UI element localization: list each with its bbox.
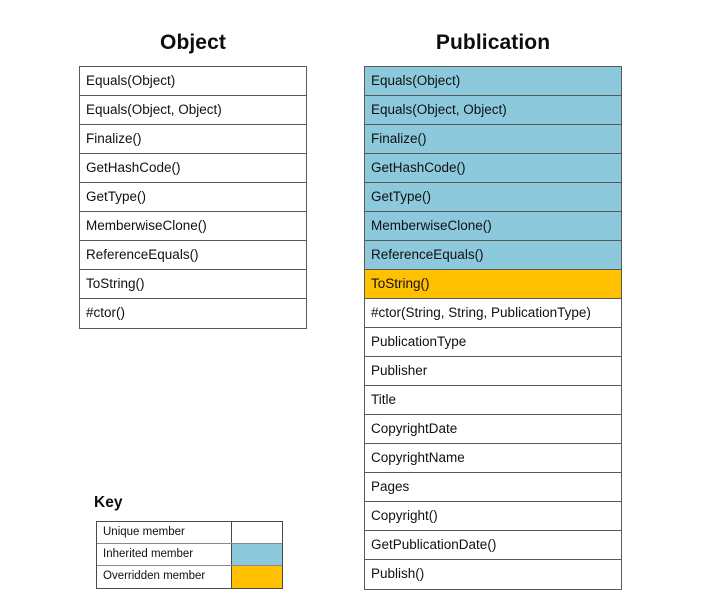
key-legend-row: Overridden member: [97, 566, 282, 588]
member-row: Equals(Object, Object): [365, 96, 621, 125]
member-row: CopyrightDate: [365, 415, 621, 444]
member-row: ReferenceEquals(): [365, 241, 621, 270]
member-row: Equals(Object): [365, 67, 621, 96]
member-row: GetHashCode(): [80, 154, 306, 183]
member-row: Finalize(): [80, 125, 306, 154]
member-row: Pages: [365, 473, 621, 502]
key-legend-label: Overridden member: [97, 566, 232, 588]
member-row: Copyright(): [365, 502, 621, 531]
member-row: GetHashCode(): [365, 154, 621, 183]
key-legend-row: Inherited member: [97, 544, 282, 566]
member-row: ReferenceEquals(): [80, 241, 306, 270]
member-row: Equals(Object): [80, 67, 306, 96]
class-title-publication: Publication: [435, 31, 551, 54]
member-row: GetType(): [365, 183, 621, 212]
member-row: #ctor(String, String, PublicationType): [365, 299, 621, 328]
member-row: MemberwiseClone(): [80, 212, 306, 241]
key-legend-swatch: [232, 522, 282, 543]
member-row: ToString(): [80, 270, 306, 299]
member-row: ToString(): [365, 270, 621, 299]
member-row: PublicationType: [365, 328, 621, 357]
key-legend-swatch: [232, 544, 282, 565]
member-row: Publish(): [365, 560, 621, 589]
class-title-object: Object: [160, 31, 226, 54]
key-title: Key: [94, 494, 123, 511]
member-row: #ctor(): [80, 299, 306, 328]
key-legend-label: Unique member: [97, 522, 232, 543]
member-table-publication: Equals(Object) Equals(Object, Object) Fina…: [364, 66, 622, 590]
key-legend-table: Unique member Inherited member Overridden …: [96, 521, 283, 589]
member-row: CopyrightName: [365, 444, 621, 473]
key-legend-label: Inherited member: [97, 544, 232, 565]
key-legend-swatch: [232, 566, 282, 588]
member-row: Equals(Object, Object): [80, 96, 306, 125]
member-table-object: Equals(Object) Equals(Object, Object) Fina…: [79, 66, 307, 329]
member-row: GetPublicationDate(): [365, 531, 621, 560]
member-row: Title: [365, 386, 621, 415]
member-row: Publisher: [365, 357, 621, 386]
member-row: MemberwiseClone(): [365, 212, 621, 241]
member-row: GetType(): [80, 183, 306, 212]
key-legend-row: Unique member: [97, 522, 282, 544]
member-row: Finalize(): [365, 125, 621, 154]
